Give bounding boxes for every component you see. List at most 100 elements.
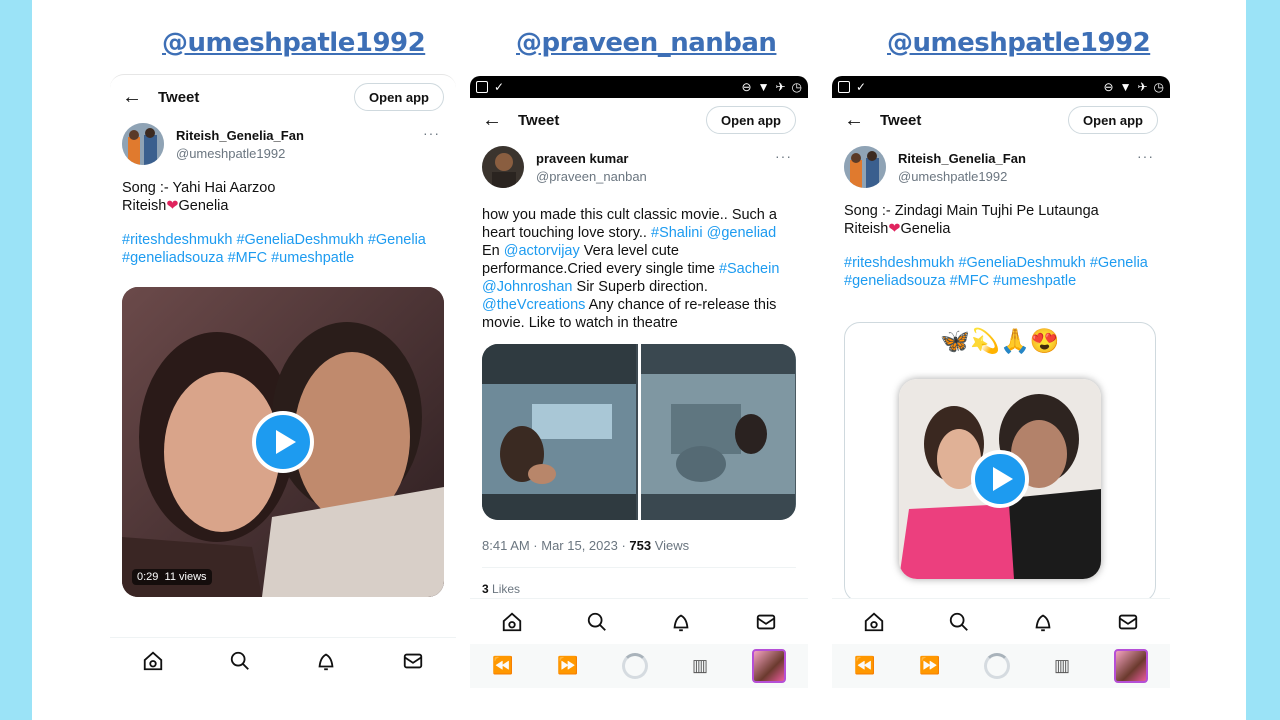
video-player[interactable]: 0:29 11 views [122,287,444,597]
panel-3-handle[interactable]: @umeshpatle1992 [887,28,1151,58]
check-icon: ✓ [856,80,867,94]
clock-icon: ◷ [1153,80,1164,94]
notifications-icon[interactable] [1031,610,1055,634]
bottom-nav [110,637,456,683]
avatar[interactable] [844,146,886,188]
hashtags[interactable]: #riteshdeshmukh #GeneliaDeshmukh #Geneli… [110,215,456,267]
gallery-icon [838,81,850,93]
tweet-link-4[interactable]: @theVcreations [482,297,585,313]
rewind-icon[interactable]: ⏪ [492,656,513,676]
author-name: praveen kumar [536,150,629,166]
tweet-text-part-2: En [482,243,504,259]
author-handle: @umeshpatle1992 [898,168,1008,184]
hashtags[interactable]: #riteshdeshmukh #GeneliaDeshmukh #Geneli… [832,238,1170,290]
photo-2-image [640,344,795,520]
check-icon: ✓ [494,80,505,94]
bottom-nav [470,598,808,644]
tweet-author[interactable]: Riteish_Genelia_Fan @umeshpatle1992 ··· [110,119,456,169]
open-app-button[interactable]: Open app [706,106,796,134]
status-bar: ✓ ⊖ ▼ ✈ ◷ [470,76,808,98]
video-duration-badge: 0:29 11 views [132,569,212,585]
forward-icon[interactable]: ⏩ [919,656,940,676]
tweet-meta: 8:41 AM · Mar 15, 2023 · 753 Views [470,520,808,553]
play-button[interactable] [971,450,1029,508]
tweet-text-name-a: Riteish [844,221,889,237]
home-icon[interactable] [500,610,524,634]
phone-screen-3: ✓ ⊖ ▼ ✈ ◷ ← Tweet Open app Riteish_Genelia_… [832,76,1170,720]
tweet-topbar: ← Tweet Open app [832,98,1170,142]
video-views: 11 views [164,571,207,583]
system-nav: ⏪ ⏩ ▥ [832,644,1170,688]
views-label: Views [651,538,690,553]
video-duration: 0:29 [137,571,159,583]
likes-label: Likes [488,582,521,596]
tweet-timestamp: 8:41 AM · Mar 15, 2023 · [482,538,630,553]
forward-icon[interactable]: ⏩ [557,656,578,676]
loading-spinner-icon [622,653,649,679]
status-right: ⊖ ▼ ✈ ◷ [1104,80,1165,94]
phone-screen-2: ✓ ⊖ ▼ ✈ ◷ ← Tweet Open app praveen kumar @p… [470,76,808,720]
author-handle: @praveen_nanban [536,168,647,184]
tweet-photo-2[interactable] [640,344,796,520]
rewind-icon[interactable]: ⏪ [854,656,875,676]
back-arrow-icon[interactable]: ← [844,109,880,132]
page-title: Tweet [880,111,922,129]
video-player[interactable] [899,379,1101,579]
profile-avatar[interactable] [751,649,786,683]
more-options-icon[interactable]: ··· [775,148,792,164]
panel-2-handle[interactable]: @praveen_nanban [516,28,777,58]
page-title: Tweet [518,111,560,129]
comparison-stage: @umeshpatle1992 ← Tweet Open app Riteish… [32,0,1246,720]
emoji-row: 🦋💫🙏😍 [940,328,1060,355]
messages-icon[interactable] [401,649,425,673]
avatar[interactable] [122,123,164,165]
tweet-text-line-2: Riteish❤Genelia [122,197,444,215]
home-icon[interactable] [862,610,886,634]
tweet-link-2[interactable]: @actorvijay [504,243,580,259]
tweet-photos[interactable] [482,344,796,520]
dnd-icon: ⊖ [1103,80,1114,94]
author-name: Riteish_Genelia_Fan [898,150,1026,166]
open-app-button[interactable]: Open app [354,83,444,111]
book-icon[interactable]: ▥ [692,656,708,676]
tweet-text-line-2: Riteish❤Genelia [844,220,1158,238]
gallery-icon [476,81,488,93]
panel-1-handle[interactable]: @umeshpatle1992 [162,28,426,58]
tweet-meta-partial: 8:23 PM · Mar 15, 2023 · 66 Views [110,605,456,614]
status-right: ⊖ ▼ ✈ ◷ [742,80,803,94]
messages-icon[interactable] [1116,610,1140,634]
search-icon[interactable] [228,649,252,673]
author-name: Riteish_Genelia_Fan [176,127,304,143]
notifications-icon[interactable] [314,649,338,673]
tweet-photo-1[interactable] [482,344,638,520]
more-options-icon[interactable]: ··· [1137,148,1154,164]
photo-1-image [482,344,636,520]
tweet-text-part-4: Sir Superb direction. [572,279,708,295]
profile-avatar[interactable] [1113,649,1148,683]
tweet-link-1[interactable]: #Shalini @geneliad [651,225,776,241]
dnd-icon: ⊖ [741,80,752,94]
tweet-author[interactable]: Riteish_Genelia_Fan @umeshpatle1992 ··· [832,142,1170,192]
back-arrow-icon[interactable]: ← [482,109,518,132]
book-icon[interactable]: ▥ [1054,656,1070,676]
more-options-icon[interactable]: ··· [423,125,440,141]
notifications-icon[interactable] [669,610,693,634]
open-app-button[interactable]: Open app [1068,106,1158,134]
bottom-nav [832,598,1170,644]
tweet-author[interactable]: praveen kumar @praveen_nanban ··· [470,142,808,192]
likes-count: 3 [482,582,489,596]
clock-icon: ◷ [791,80,802,94]
avatar[interactable] [482,146,524,188]
airplane-icon: ✈ [1137,80,1148,94]
play-button[interactable] [252,411,314,473]
loading-spinner-icon [984,653,1011,679]
media-card[interactable]: 🦋💫🙏😍 [844,322,1156,602]
back-arrow-icon[interactable]: ← [122,86,158,109]
home-icon[interactable] [141,649,165,673]
likes-row[interactable]: 3 Likes [470,568,808,596]
airplane-icon: ✈ [775,80,786,94]
search-icon[interactable] [947,610,971,634]
tweet-text-line-1: Song :- Zindagi Main Tujhi Pe Lutaunga [844,203,1099,219]
search-icon[interactable] [585,610,609,634]
messages-icon[interactable] [754,610,778,634]
